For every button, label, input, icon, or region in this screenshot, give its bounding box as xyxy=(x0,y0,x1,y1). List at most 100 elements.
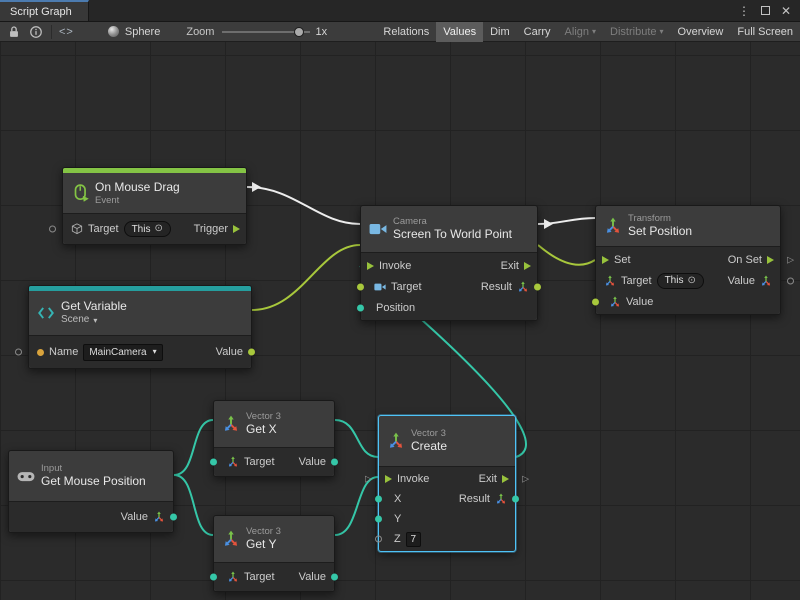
z-value-field[interactable]: 7 xyxy=(406,532,421,547)
invoke-unconnected-port[interactable]: ▷ xyxy=(365,475,372,484)
info-icon[interactable] xyxy=(28,24,44,40)
divider xyxy=(51,25,52,39)
node-header: On Mouse Drag Event xyxy=(63,173,246,213)
maximize-icon[interactable] xyxy=(761,6,770,15)
x-input-port[interactable] xyxy=(375,496,382,503)
vector3-icon xyxy=(387,432,405,450)
port-label-target: Target xyxy=(391,281,422,293)
dim-button[interactable]: Dim xyxy=(483,22,517,42)
target-input-port[interactable] xyxy=(210,459,217,466)
value-output-port[interactable] xyxy=(331,574,338,581)
variable-scope-dropdown[interactable]: Scene ▾ xyxy=(61,314,127,327)
wire-result-to-value[interactable] xyxy=(538,245,595,265)
y-input-port[interactable] xyxy=(375,516,382,523)
values-button[interactable]: Values xyxy=(436,22,483,42)
value-output-port[interactable] xyxy=(331,459,338,466)
port-label-value-in: Value xyxy=(626,296,653,308)
wire-getx-to-x[interactable] xyxy=(335,420,378,457)
target-this-pill[interactable]: This ⊙ xyxy=(657,273,704,289)
node-header: Transform Set Position xyxy=(596,206,780,246)
node-screen-to-world-point[interactable]: Camera Screen To World Point Invoke Exit… xyxy=(360,205,538,321)
port-label-value: Value xyxy=(121,511,148,523)
code-icon[interactable]: <> xyxy=(59,26,74,38)
overview-button[interactable]: Overview xyxy=(671,22,731,42)
node-title: On Mouse Drag xyxy=(95,180,180,195)
exit-unconnected-port[interactable]: ▷ xyxy=(522,475,529,484)
align-button[interactable]: Align ▾ xyxy=(558,22,603,42)
variable-name-value: MainCamera xyxy=(89,347,146,358)
node-title: Set Position xyxy=(628,224,692,239)
value-output-port[interactable] xyxy=(170,514,177,521)
exit-output-port[interactable] xyxy=(502,475,509,483)
value-output-port[interactable] xyxy=(787,277,794,284)
port-label-y: Y xyxy=(394,513,401,525)
result-output-port[interactable] xyxy=(534,283,541,290)
node-title: Screen To World Point xyxy=(393,227,512,242)
wire-variable-to-target[interactable] xyxy=(252,245,360,310)
node-header: Vector 3 Get X xyxy=(214,401,334,447)
vector3-type-icon xyxy=(153,511,165,523)
target-input-port[interactable] xyxy=(49,226,56,233)
tab-script-graph[interactable]: Script Graph xyxy=(0,0,89,21)
node-get-mouse-position[interactable]: Input Get Mouse Position Value xyxy=(8,450,174,533)
string-type-icon xyxy=(37,349,44,356)
camera-type-icon xyxy=(374,281,386,293)
lock-icon[interactable] xyxy=(6,24,22,40)
z-input-port[interactable] xyxy=(375,536,382,543)
graph-canvas[interactable]: On Mouse Drag Event Target This ⊙ Trigge… xyxy=(0,42,800,600)
zoom-slider-knob[interactable] xyxy=(294,27,304,37)
node-set-position[interactable]: Transform Set Position Set On Set ▷ Targ… xyxy=(595,205,781,315)
close-icon[interactable]: ✕ xyxy=(781,4,791,18)
invoke-input-port[interactable] xyxy=(367,262,374,270)
distribute-button[interactable]: Distribute ▾ xyxy=(603,22,670,42)
mouse-drag-icon xyxy=(71,184,89,202)
full-screen-button[interactable]: Full Screen xyxy=(730,22,800,42)
wire-gety-to-y[interactable] xyxy=(335,477,378,535)
target-object-label: Sphere xyxy=(125,26,160,38)
trigger-output-port[interactable] xyxy=(233,225,240,233)
tab-title: Script Graph xyxy=(10,6,72,18)
gamepad-icon xyxy=(17,467,35,485)
node-header: Vector 3 Create xyxy=(379,416,515,466)
target-this-pill[interactable]: This ⊙ xyxy=(124,221,171,237)
node-header: Get Variable Scene ▾ xyxy=(29,291,251,335)
port-label-exit: Exit xyxy=(501,260,519,272)
position-input-port[interactable] xyxy=(357,304,364,311)
value-input-port[interactable] xyxy=(592,298,599,305)
wire-trigger-to-invoke[interactable] xyxy=(247,187,360,224)
kebab-menu-icon[interactable]: ⋮ xyxy=(738,4,750,18)
target-input-port[interactable] xyxy=(210,574,217,581)
zoom-slider[interactable] xyxy=(222,25,310,39)
on-set-unconnected-port[interactable]: ▷ xyxy=(787,255,794,264)
relations-button[interactable]: Relations xyxy=(376,22,436,42)
variable-icon xyxy=(37,304,55,322)
target-input-port[interactable] xyxy=(357,283,364,290)
node-vector3-create[interactable]: Vector 3 Create ▷ Invoke Exit ▷ X xyxy=(378,415,516,552)
name-input-port[interactable] xyxy=(15,349,22,356)
node-title: Get Variable xyxy=(61,299,127,314)
node-get-variable[interactable]: Get Variable Scene ▾ Name MainCamera ▾ xyxy=(28,285,252,369)
wire-mouse-to-getx[interactable] xyxy=(174,420,213,475)
carry-button[interactable]: Carry xyxy=(517,22,558,42)
chevron-down-icon: ▾ xyxy=(660,28,664,36)
value-output-port[interactable] xyxy=(248,349,255,356)
result-output-port[interactable] xyxy=(512,496,519,503)
port-label-value: Value xyxy=(299,571,326,583)
node-category: Vector 3 xyxy=(246,411,281,423)
node-get-x[interactable]: Vector 3 Get X Target Value xyxy=(213,400,335,477)
on-set-output-port[interactable] xyxy=(767,256,774,264)
node-on-mouse-drag[interactable]: On Mouse Drag Event Target This ⊙ Trigge… xyxy=(62,167,247,245)
flow-arrowhead xyxy=(544,219,553,229)
invoke-input-port[interactable] xyxy=(385,475,392,483)
port-label-result: Result xyxy=(459,493,490,505)
node-get-y[interactable]: Vector 3 Get Y Target Value xyxy=(213,515,335,592)
port-label-position: Position xyxy=(376,302,415,314)
pill-text: This xyxy=(665,275,684,286)
set-input-port[interactable] xyxy=(602,256,609,264)
wire-mouse-to-gety[interactable] xyxy=(174,475,213,535)
node-category: Vector 3 xyxy=(411,428,447,440)
variable-name-dropdown[interactable]: MainCamera ▾ xyxy=(83,344,162,361)
exit-output-port[interactable] xyxy=(524,262,531,270)
port-label-invoke: Invoke xyxy=(397,473,429,485)
node-subtitle: Event xyxy=(95,195,180,207)
